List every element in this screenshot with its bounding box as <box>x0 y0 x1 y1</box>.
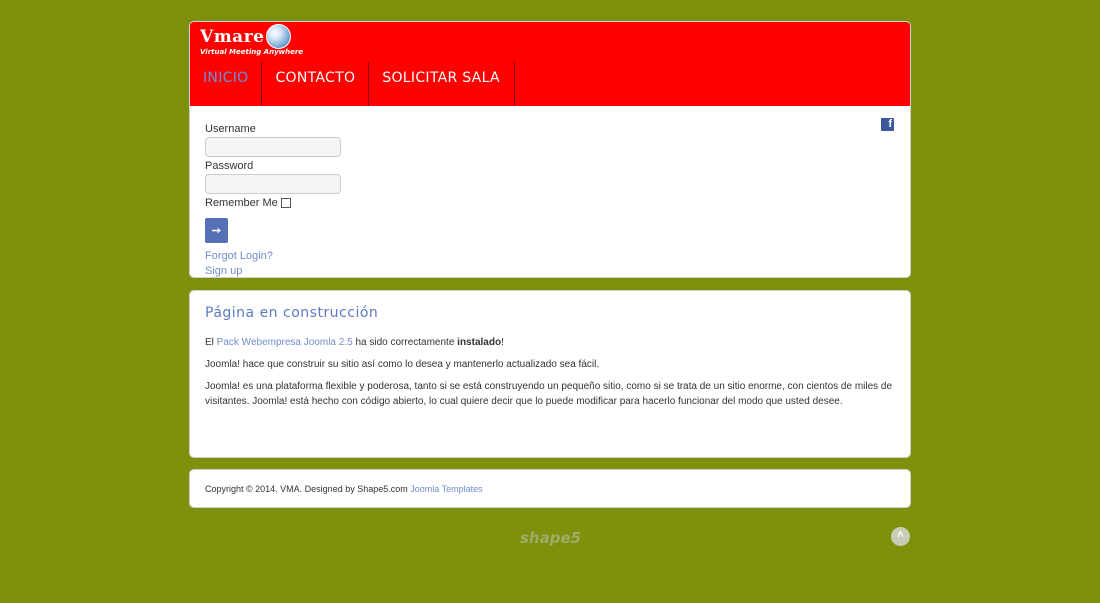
username-label: Username <box>205 123 256 135</box>
content-paragraph-3: Joomla! es una plataforma flexible y pod… <box>205 381 893 407</box>
login-links: Forgot Login? Sign up <box>205 249 341 277</box>
p1-bold: instalado <box>457 337 502 348</box>
site-header: Vmare Virtual Meeting Anywhere INICIO CO… <box>190 22 910 106</box>
login-arrow-icon: ➙ <box>211 225 222 237</box>
facebook-icon[interactable]: f <box>881 118 894 131</box>
password-label: Password <box>205 160 254 172</box>
content-paragraph-2: Joomla! hace que construir su sitio así … <box>205 359 600 370</box>
joomla-templates-link[interactable]: Joomla Templates <box>410 484 482 494</box>
login-button[interactable]: ➙ <box>205 218 228 243</box>
remember-me-label: Remember Me <box>205 197 278 209</box>
p1-suffix: ! <box>501 337 504 348</box>
nav-item-inicio[interactable]: INICIO <box>190 62 263 106</box>
remember-me: Remember Me <box>205 197 341 209</box>
p1-prefix: El <box>205 337 217 348</box>
globe-icon <box>266 24 292 49</box>
site-logo[interactable]: Vmare Virtual Meeting Anywhere <box>200 24 303 56</box>
logo-title: Vmare <box>200 26 265 47</box>
scroll-up-icon[interactable]: ˄ <box>891 527 910 546</box>
nav-item-solicitar-sala[interactable]: SOLICITAR SALA <box>369 62 515 106</box>
page-title: Página en construcción <box>205 305 379 321</box>
logo-tagline: Virtual Meeting Anywhere <box>200 48 304 56</box>
username-input[interactable] <box>205 137 341 157</box>
forgot-login-link[interactable]: Forgot Login? <box>205 249 341 264</box>
header-box: Vmare Virtual Meeting Anywhere INICIO CO… <box>189 21 911 278</box>
main-nav: INICIO CONTACTO SOLICITAR SALA <box>190 62 515 106</box>
main-content: Página en construcción El Pack Webempres… <box>189 290 911 458</box>
password-input[interactable] <box>205 174 341 194</box>
nav-item-contacto[interactable]: CONTACTO <box>262 62 370 106</box>
sign-up-link[interactable]: Sign up <box>205 264 341 277</box>
remember-me-checkbox[interactable] <box>280 198 291 208</box>
p1-middle: ha sido correctamente <box>352 337 458 348</box>
content-paragraph-1: El Pack Webempresa Joomla 2.5 ha sido co… <box>205 335 895 350</box>
pack-webempresa-link[interactable]: Pack Webempresa Joomla 2.5 <box>217 337 353 348</box>
copyright-text: Copyright © 2014. VMA. Designed by Shape… <box>205 484 411 494</box>
shape5-logo[interactable]: shape5 <box>520 529 581 547</box>
login-form: Username Password Remember Me ➙ Forgot L… <box>205 123 341 277</box>
footer: Copyright © 2014. VMA. Designed by Shape… <box>189 469 911 508</box>
